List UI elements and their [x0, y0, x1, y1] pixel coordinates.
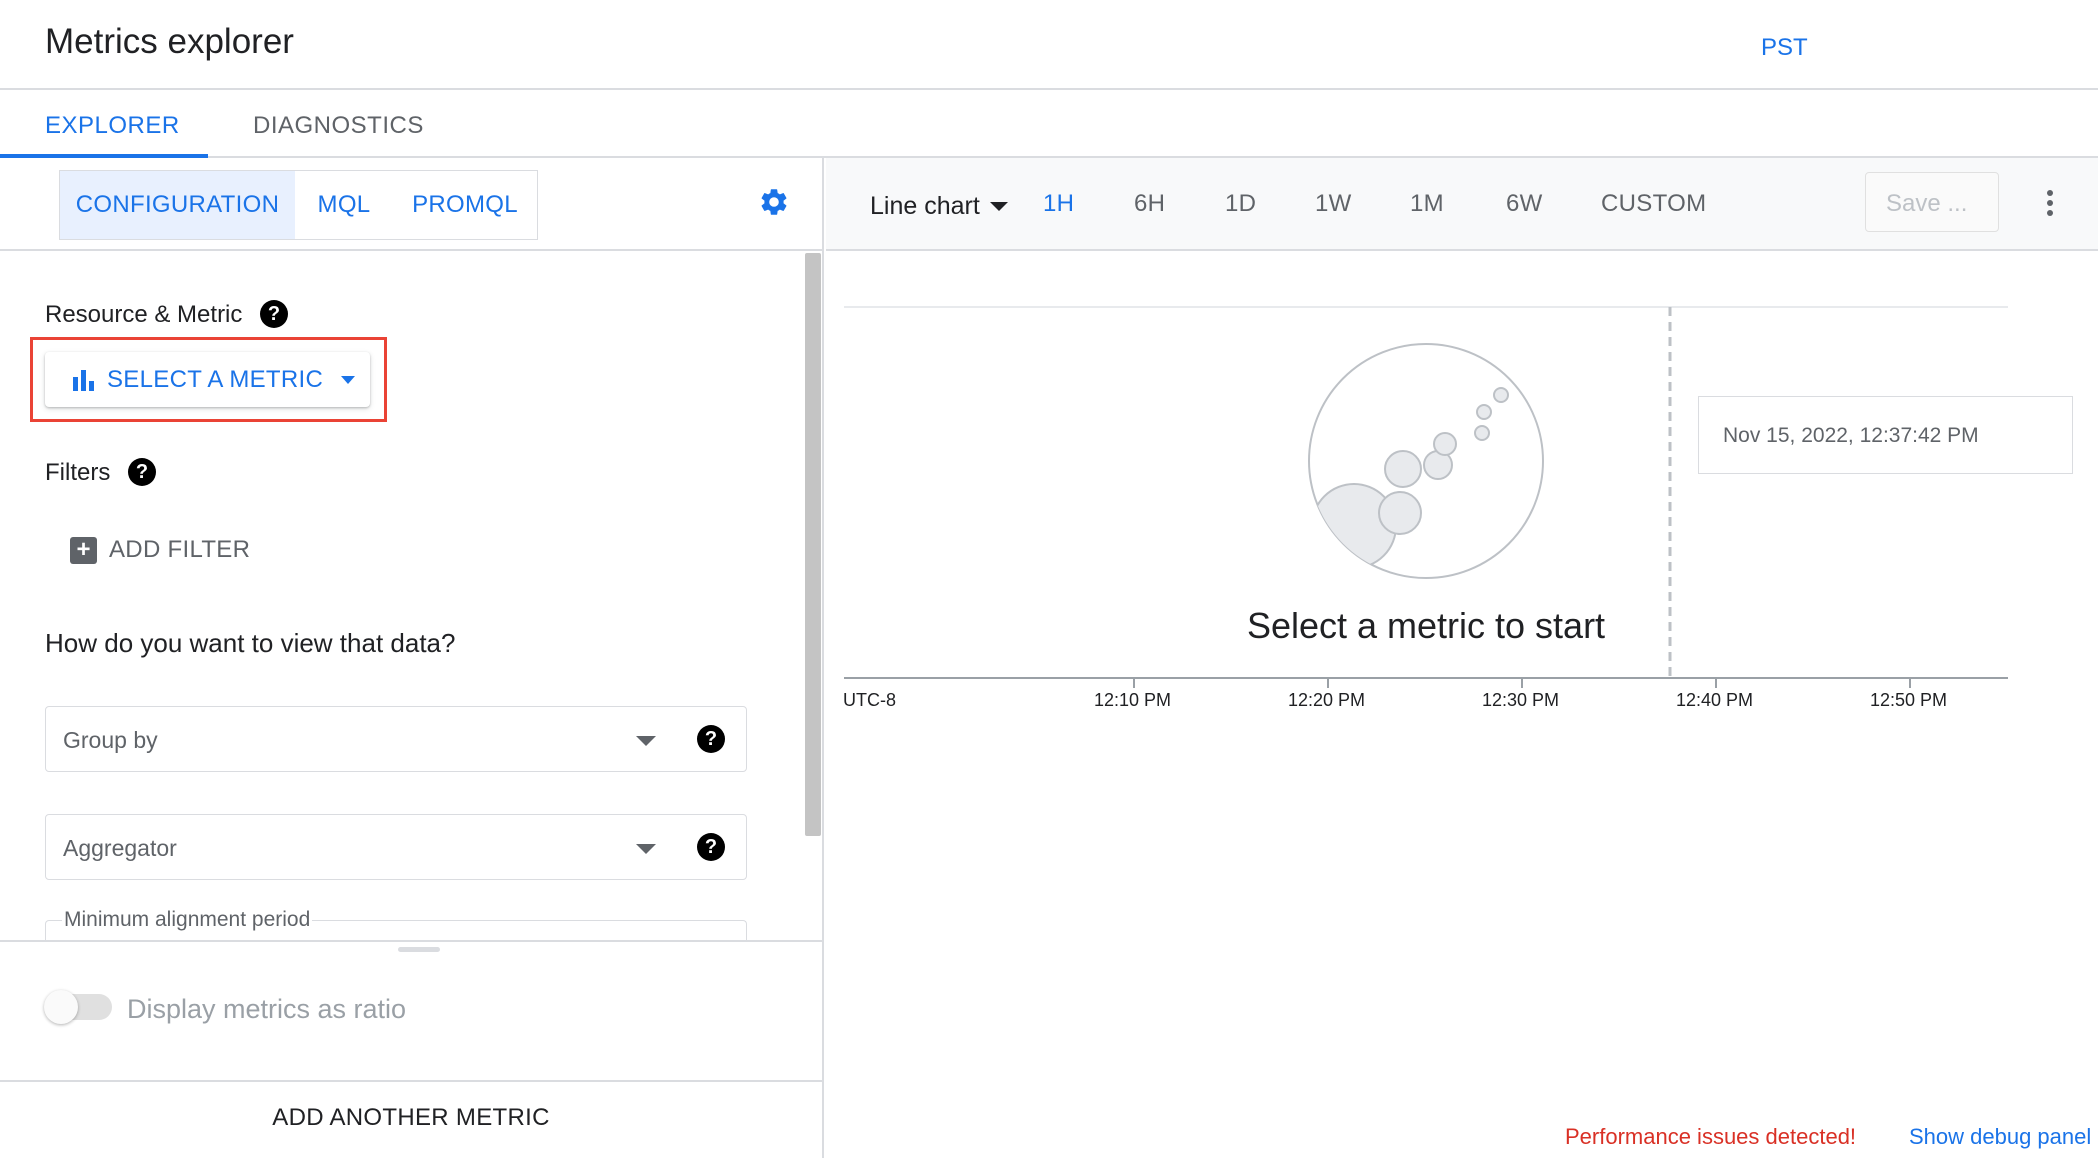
save-label: Save ... — [1886, 190, 1968, 217]
x-tick-label: 12:50 PM — [1870, 690, 1948, 710]
range-1w-button[interactable]: 1W — [1315, 190, 1352, 218]
timezone-button[interactable]: PST — [1761, 34, 1808, 62]
group-by-select[interactable]: Group by — [45, 706, 747, 772]
group-by-placeholder: Group by — [63, 727, 158, 753]
aggregator-placeholder: Aggregator — [63, 835, 177, 861]
mode-promql-button[interactable]: PROMQL — [393, 171, 537, 239]
chevron-down-icon — [341, 375, 356, 384]
ratio-toggle-label: Display metrics as ratio — [127, 994, 407, 1024]
range-6w-button[interactable]: 6W — [1506, 190, 1543, 218]
aggregator-help-icon[interactable]: ? — [697, 833, 725, 861]
bar-chart-icon — [73, 369, 94, 391]
mode-toggle-group: CONFIGURATION MQL PROMQL — [59, 170, 538, 240]
range-1h-button[interactable]: 1H — [1043, 190, 1074, 218]
empty-state-message: Select a metric to start — [1246, 605, 1606, 646]
config-scrollbar[interactable] — [805, 253, 821, 836]
aggregator-select[interactable]: Aggregator — [45, 814, 747, 880]
more-options-icon[interactable] — [2047, 190, 2053, 216]
chart-type-select[interactable]: Line chart — [870, 192, 1008, 221]
filters-label: Filters — [45, 459, 111, 486]
group-by-help-icon[interactable]: ? — [697, 725, 725, 753]
add-another-metric-button[interactable]: ADD ANOTHER METRIC — [0, 1104, 822, 1132]
panel-divider — [0, 940, 822, 942]
settings-gear-icon[interactable] — [758, 186, 790, 218]
resource-metric-help-icon[interactable]: ? — [260, 300, 288, 328]
view-data-heading: How do you want to view that data? — [45, 628, 456, 658]
timezone-axis-label: UTC-8 — [843, 690, 896, 710]
ratio-toggle-thumb[interactable] — [44, 990, 78, 1024]
alignment-period-label: Minimum alignment period — [62, 908, 313, 932]
plus-icon: + — [70, 536, 97, 564]
select-metric-button[interactable]: SELECT A METRIC — [45, 352, 370, 407]
tab-diagnostics[interactable]: DIAGNOSTICS — [253, 112, 424, 140]
performance-warning: Performance issues detected! — [1565, 1124, 1857, 1149]
filters-help-icon[interactable]: ? — [128, 458, 156, 486]
chevron-down-icon — [989, 202, 1008, 211]
range-custom-button[interactable]: CUSTOM — [1601, 190, 1706, 218]
range-1m-button[interactable]: 1M — [1410, 190, 1444, 218]
mode-mql-button[interactable]: MQL — [295, 171, 393, 239]
save-button[interactable]: Save ... — [1865, 172, 1999, 232]
resize-drag-handle[interactable] — [398, 947, 440, 952]
chart-type-label: Line chart — [870, 192, 980, 220]
mode-configuration-button[interactable]: CONFIGURATION — [60, 171, 295, 239]
page-title: Metrics explorer — [45, 22, 294, 61]
cursor-time-label: Nov 15, 2022, 12:37:42 PM — [1723, 424, 1979, 447]
x-tick-label: 12:30 PM — [1482, 690, 1560, 710]
bottom-divider — [0, 1080, 822, 1082]
chevron-down-icon — [636, 844, 656, 854]
x-tick-label: 12:10 PM — [1094, 690, 1172, 710]
empty-state-bubbles-icon — [1308, 343, 1544, 579]
mode-bar: CONFIGURATION MQL PROMQL — [0, 158, 822, 251]
resource-metric-label: Resource & Metric — [45, 301, 243, 328]
tab-explorer[interactable]: EXPLORER — [45, 112, 180, 140]
range-1d-button[interactable]: 1D — [1225, 190, 1256, 218]
main-tabs: EXPLORER DIAGNOSTICS — [0, 90, 2098, 158]
x-tick-label: 12:40 PM — [1676, 690, 1754, 710]
range-6h-button[interactable]: 6H — [1134, 190, 1165, 218]
select-metric-label: SELECT A METRIC — [107, 365, 324, 393]
add-filter-button[interactable]: + ADD FILTER — [70, 536, 250, 564]
chevron-down-icon — [636, 736, 656, 746]
show-debug-panel-link[interactable]: Show debug panel — [1909, 1124, 2091, 1150]
x-tick-label: 12:20 PM — [1288, 690, 1366, 710]
add-filter-label: ADD FILTER — [109, 536, 251, 563]
cursor-time-tooltip: Nov 15, 2022, 12:37:42 PM — [1698, 396, 2073, 474]
